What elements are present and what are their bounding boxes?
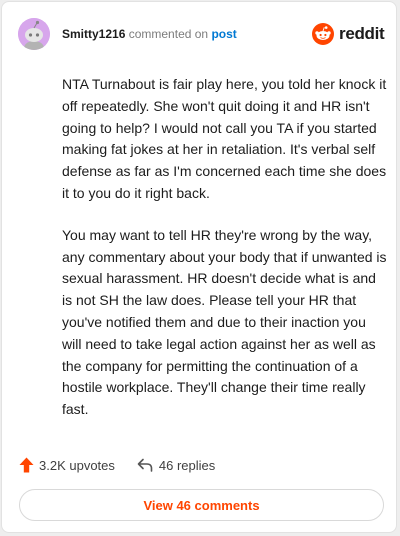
upvote-arrow-icon — [19, 457, 34, 473]
comment-card: Smitty1216 commented on post reddit NTA … — [1, 1, 397, 533]
post-link[interactable]: post — [211, 27, 236, 41]
reddit-wordmark: reddit — [339, 24, 385, 43]
snoo-avatar-icon — [18, 18, 50, 50]
commented-on-text: commented on — [128, 27, 209, 41]
comment-header: Smitty1216 commented on post — [62, 27, 237, 41]
replies-count: 46 replies — [158, 457, 216, 473]
reply-arrow-icon — [137, 458, 153, 472]
comment-paragraph-2: You may want to tell HR they're wrong by… — [62, 226, 387, 418]
username[interactable]: Smitty1216 — [62, 27, 125, 41]
comment-actions: 3.2K upvotes 46 replies — [19, 455, 215, 475]
comment-paragraph-1: NTA Turnabout is fair play here, you tol… — [62, 76, 387, 201]
view-comments-button[interactable]: View 46 comments — [19, 489, 384, 521]
upvote-button[interactable]: 3.2K upvotes — [19, 457, 115, 473]
upvote-count: 3.2K upvotes — [39, 457, 115, 473]
comment-body: NTA Turnabout is fair play here, you tol… — [62, 74, 388, 441]
reddit-logo-icon — [312, 23, 334, 45]
replies-button[interactable]: 46 replies — [137, 458, 215, 473]
reddit-logo: reddit — [312, 23, 385, 45]
user-avatar[interactable] — [18, 18, 50, 50]
